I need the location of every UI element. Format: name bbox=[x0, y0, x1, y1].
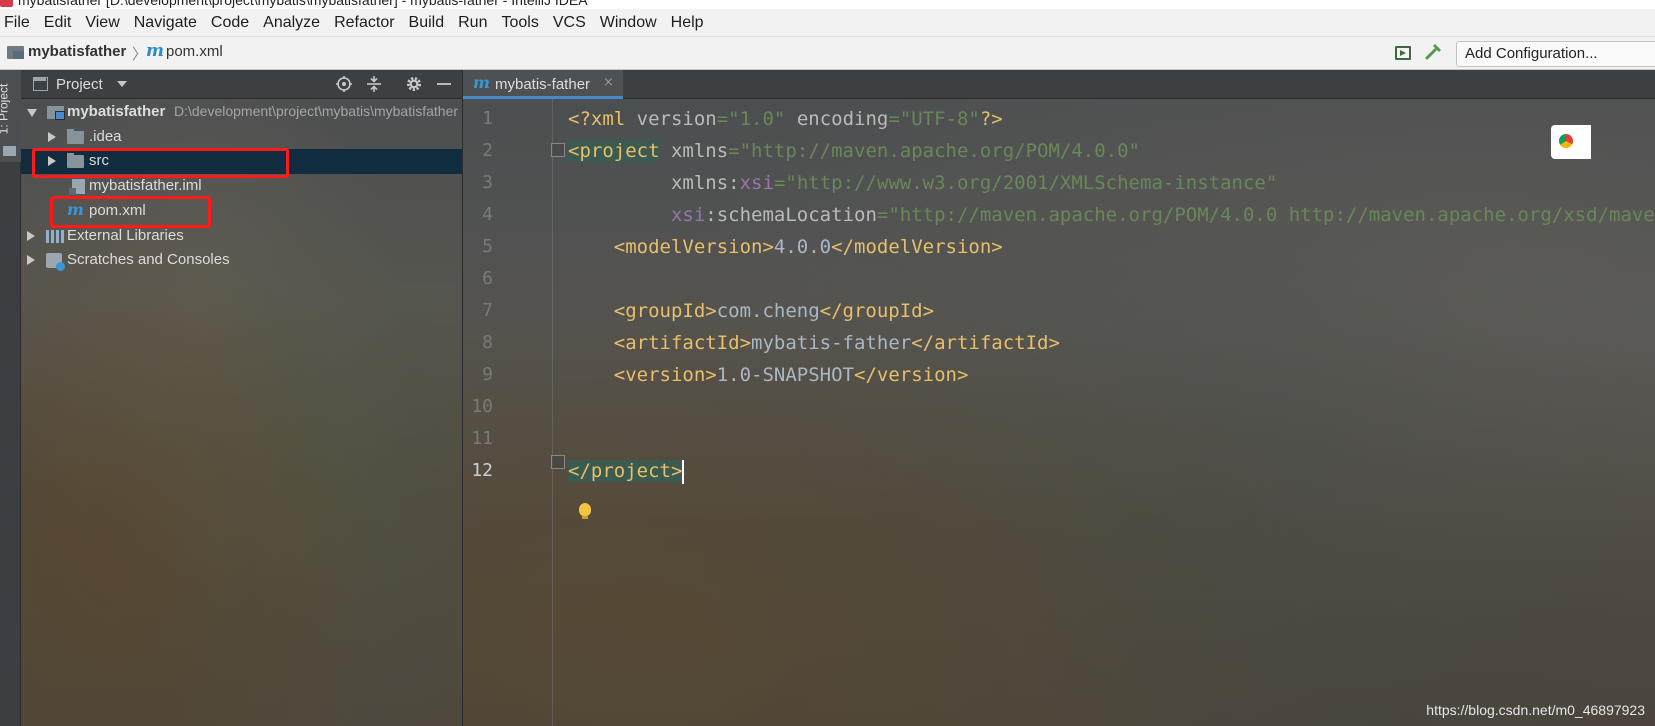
menu-analyze[interactable]: Analyze bbox=[263, 12, 320, 34]
menu-navigate[interactable]: Navigate bbox=[134, 12, 197, 34]
tree-item-path: D:\development\project\mybatis\mybatisfa… bbox=[174, 103, 459, 119]
menu-bar: File Edit View Navigate Code Analyze Ref… bbox=[0, 9, 1655, 37]
chevron-down-icon[interactable] bbox=[117, 81, 127, 87]
tree-item-label: .idea bbox=[89, 128, 122, 145]
lightbulb-icon[interactable] bbox=[579, 503, 591, 519]
line-number: 4 bbox=[482, 204, 493, 225]
menu-run[interactable]: Run bbox=[458, 12, 487, 34]
menu-window[interactable]: Window bbox=[600, 12, 657, 34]
iml-file-icon bbox=[69, 179, 85, 195]
code-line-7[interactable]: <groupId>com.cheng</groupId> bbox=[568, 296, 934, 326]
tab-pom-xml[interactable]: m mybatis-father × bbox=[463, 70, 623, 99]
scratch-icon bbox=[46, 253, 65, 271]
line-number: 8 bbox=[482, 332, 493, 353]
gear-icon[interactable] bbox=[405, 75, 423, 93]
window-title: mybatisfather [D:\development\project\my… bbox=[18, 0, 588, 8]
editor-gutter[interactable]: 1 2 3 4 5 6 7 8 9 10 11 12 bbox=[463, 99, 553, 726]
add-configuration-button[interactable]: Add Configuration... bbox=[1456, 41, 1655, 67]
editor-area: m mybatis-father × 1 2 3 4 5 6 7 8 9 10 … bbox=[462, 70, 1655, 726]
locate-target-icon[interactable] bbox=[335, 75, 353, 93]
tree-item-label: mybatisfather bbox=[67, 103, 166, 120]
tree-item-idea[interactable]: .idea bbox=[21, 125, 462, 150]
code-line-9[interactable]: <version>1.0-SNAPSHOT</version> bbox=[568, 360, 969, 390]
collapse-arrow-icon[interactable] bbox=[27, 231, 35, 241]
menu-vcs[interactable]: VCS bbox=[553, 12, 586, 34]
fold-marker-icon[interactable] bbox=[551, 143, 565, 157]
breadcrumb-separator: 〉 bbox=[132, 45, 148, 63]
code-line-8[interactable]: <artifactId>mybatis-father</artifactId> bbox=[568, 328, 1060, 358]
code-line-4[interactable]: xsi:schemaLocation="http://maven.apache.… bbox=[568, 200, 1655, 230]
code-line-5[interactable]: <modelVersion>4.0.0</modelVersion> bbox=[568, 232, 1003, 262]
line-number: 7 bbox=[482, 300, 493, 321]
left-tool-stripe: 1: Project bbox=[0, 70, 21, 726]
watermark: https://blog.csdn.net/m0_46897923 bbox=[1426, 702, 1645, 718]
tree-item-mybatisfather[interactable]: mybatisfather D:\development\project\myb… bbox=[21, 100, 462, 125]
breadcrumb-project[interactable]: mybatisfather bbox=[28, 43, 126, 60]
project-tool-window: Project mybatisfather D:\development\pro… bbox=[21, 70, 462, 726]
line-number: 9 bbox=[482, 364, 493, 385]
menu-refactor[interactable]: Refactor bbox=[334, 12, 394, 34]
tree-item-label: Scratches and Consoles bbox=[67, 251, 230, 268]
tree-item-label: mybatisfather.iml bbox=[89, 177, 202, 194]
code-line-1[interactable]: <?xml version="1.0" encoding="UTF-8"?> bbox=[568, 104, 1003, 134]
minimize-icon[interactable] bbox=[435, 75, 453, 93]
close-icon[interactable]: × bbox=[603, 75, 614, 90]
line-number: 10 bbox=[471, 396, 493, 417]
menu-view[interactable]: View bbox=[85, 12, 119, 34]
menu-tools[interactable]: Tools bbox=[501, 12, 538, 34]
project-tab-label: 1: Project bbox=[0, 83, 11, 135]
navigation-bar: mybatisfather 〉 m pom.xml Add Configurat… bbox=[0, 37, 1655, 70]
line-number-current: 12 bbox=[471, 460, 493, 481]
project-panel-header: Project bbox=[21, 70, 462, 99]
menu-code[interactable]: Code bbox=[211, 12, 249, 34]
highlight-box-pom bbox=[50, 196, 211, 228]
editor-tab-bar: m mybatis-father × bbox=[463, 70, 1655, 99]
collapse-arrow-icon[interactable] bbox=[27, 255, 35, 265]
tree-item-scratches[interactable]: Scratches and Consoles bbox=[21, 248, 462, 273]
line-number: 11 bbox=[471, 428, 493, 449]
maven-icon: m bbox=[473, 73, 490, 92]
code-line-2[interactable]: <project xmlns="http://maven.apache.org/… bbox=[568, 136, 1140, 166]
tab-label: mybatis-father bbox=[495, 76, 591, 93]
module-folder-icon bbox=[47, 106, 65, 120]
breadcrumb-file[interactable]: pom.xml bbox=[166, 43, 223, 60]
run-dashboard-icon[interactable] bbox=[1395, 46, 1411, 60]
menu-build[interactable]: Build bbox=[409, 12, 445, 34]
line-number: 1 bbox=[482, 108, 493, 129]
tree-item-label: External Libraries bbox=[67, 227, 184, 244]
intellij-app-icon bbox=[0, 0, 13, 7]
text-caret bbox=[682, 459, 685, 484]
fold-marker-icon[interactable] bbox=[551, 455, 565, 469]
maven-icon: m bbox=[146, 41, 164, 61]
project-view-icon bbox=[33, 77, 48, 91]
library-icon bbox=[46, 230, 64, 243]
project-view-selector[interactable]: Project bbox=[56, 76, 103, 93]
menu-file[interactable]: File bbox=[4, 12, 30, 34]
line-number: 5 bbox=[482, 236, 493, 257]
expand-arrow-icon[interactable] bbox=[27, 109, 37, 117]
highlight-box-src bbox=[32, 148, 289, 178]
folder-icon bbox=[3, 146, 16, 156]
line-number: 6 bbox=[482, 268, 493, 289]
menu-help[interactable]: Help bbox=[671, 12, 704, 34]
project-folder-icon bbox=[7, 46, 24, 59]
chrome-browser-icon[interactable] bbox=[1551, 125, 1591, 159]
collapse-arrow-icon[interactable] bbox=[48, 132, 56, 142]
folder-icon bbox=[67, 129, 84, 144]
menu-edit[interactable]: Edit bbox=[44, 12, 72, 34]
line-number: 3 bbox=[482, 172, 493, 193]
code-line-3[interactable]: xmlns:xsi="http://www.w3.org/2001/XMLSch… bbox=[568, 168, 1277, 198]
code-line-12[interactable]: </project> bbox=[568, 456, 685, 486]
collapse-all-icon[interactable] bbox=[365, 75, 383, 93]
line-number: 2 bbox=[482, 140, 493, 161]
project-tool-window-tab[interactable]: 1: Project bbox=[0, 70, 21, 162]
window-title-bar: mybatisfather [D:\development\project\my… bbox=[0, 0, 1655, 9]
build-hammer-icon[interactable] bbox=[1424, 42, 1444, 62]
